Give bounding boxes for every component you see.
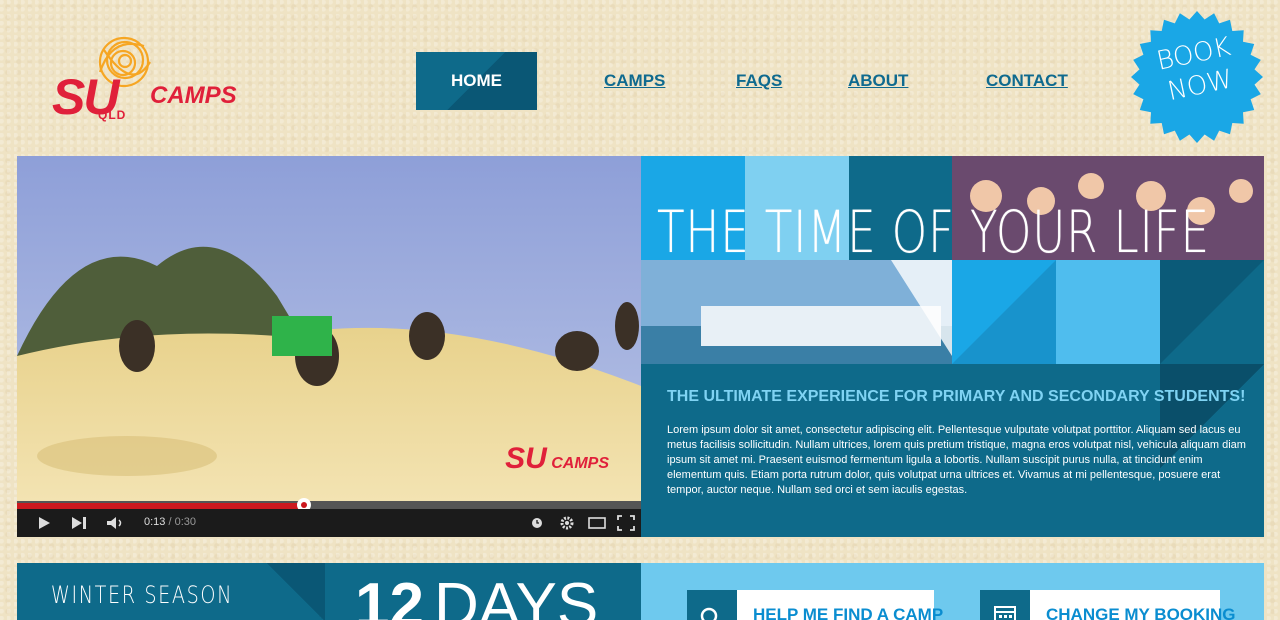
hero-heading: THE ULTIMATE EXPERIENCE FOR PRIMARY AND …: [667, 388, 1246, 405]
video-duration: / 0:30: [168, 516, 197, 528]
theater-mode-icon[interactable]: [588, 517, 606, 529]
countdown-unit: DAYS: [433, 571, 599, 620]
video-watermark-logo: SU CAMPS: [505, 442, 609, 476]
logo-region: QLD: [98, 108, 127, 122]
countdown-number: 12: [355, 571, 424, 620]
season-corner-accent: [265, 563, 325, 620]
calendar-icon: [980, 590, 1030, 620]
next-icon[interactable]: [71, 516, 89, 530]
video-player[interactable]: SU CAMPS 0:13 / 0:30: [17, 156, 641, 537]
season-label: WINTER SEASON: [50, 581, 234, 609]
watermark-camps: CAMPS: [551, 455, 609, 472]
watermark-su: SU: [505, 442, 547, 475]
fullscreen-icon[interactable]: [617, 515, 635, 531]
nav-about[interactable]: ABOUT: [848, 52, 908, 110]
nav-camps[interactable]: CAMPS: [604, 52, 665, 110]
site-logo[interactable]: SU CAMPS QLD: [52, 32, 280, 124]
book-now-button[interactable]: BOOK NOW: [1130, 10, 1264, 144]
search-icon: [687, 590, 737, 620]
settings-gear-icon[interactable]: [559, 515, 575, 531]
nav-contact[interactable]: CONTACT: [986, 52, 1068, 110]
video-progress-bar[interactable]: [17, 498, 641, 512]
change-booking-button[interactable]: CHANGE MY BOOKING: [980, 590, 1236, 620]
hero-panel: THE TIME OF YOUR LIFE THE ULTIMATE EXPER…: [641, 156, 1264, 537]
nav-faqs[interactable]: FAQS: [736, 52, 782, 110]
video-time: 0:13 / 0:30: [144, 516, 196, 528]
countdown-panel: 12 DAYS: [325, 563, 641, 620]
play-icon[interactable]: [37, 516, 51, 530]
season-banner: WINTER SEASON: [17, 563, 325, 620]
find-camp-button[interactable]: HELP ME FIND A CAMP: [687, 590, 943, 620]
logo-camps: CAMPS: [150, 82, 237, 109]
change-booking-label: CHANGE MY BOOKING: [1046, 605, 1236, 620]
video-current-time: 0:13: [144, 516, 166, 528]
nav-home[interactable]: HOME: [416, 52, 537, 110]
hero-tagline: THE TIME OF YOUR LIFE: [657, 198, 1210, 266]
hero-body-text: Lorem ipsum dolor sit amet, consectetur …: [667, 424, 1246, 496]
find-camp-label: HELP ME FIND A CAMP: [753, 605, 944, 620]
quick-actions: HELP ME FIND A CAMP CHANGE MY BOOKING: [641, 563, 1264, 620]
video-controls: 0:13 / 0:30: [17, 509, 641, 537]
countdown-value: 12 DAYS: [355, 575, 598, 620]
volume-icon[interactable]: [106, 516, 126, 530]
watch-later-icon[interactable]: [531, 517, 543, 529]
